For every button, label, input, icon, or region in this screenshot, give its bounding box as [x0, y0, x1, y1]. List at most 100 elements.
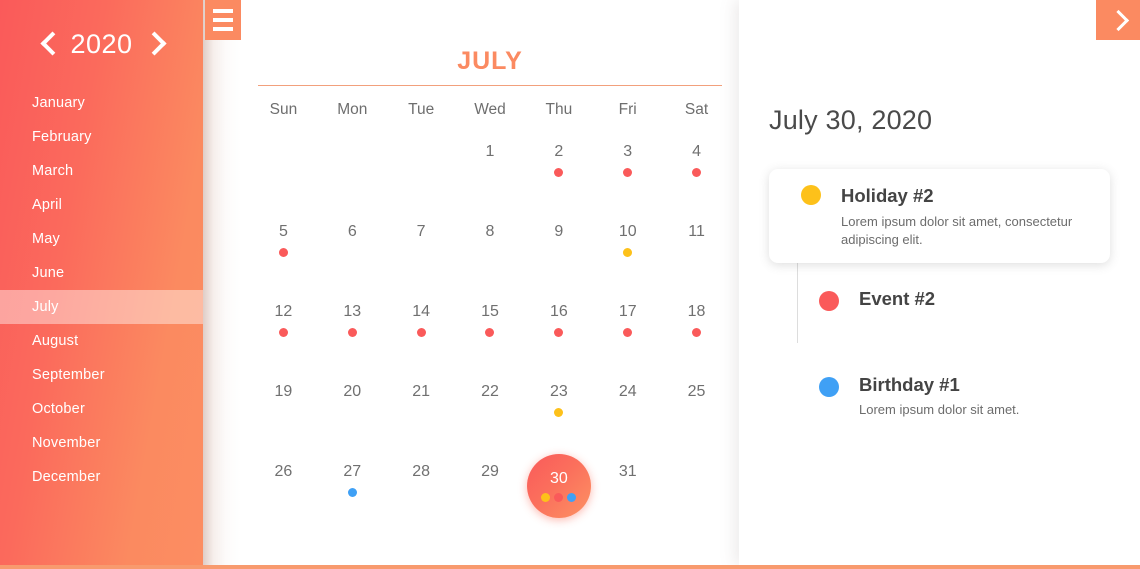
event-bullet-blue [819, 377, 839, 397]
sidebar-item-june[interactable]: June [0, 256, 203, 290]
sidebar-item-march[interactable]: March [0, 154, 203, 188]
day-cell-23[interactable]: 23 [524, 377, 593, 445]
sidebar-item-december[interactable]: December [0, 460, 203, 494]
event-dot-red [554, 168, 564, 177]
calendar-app: 2020 January February March April May June Jul… [0, 0, 1140, 569]
day-number: 25 [687, 383, 706, 400]
event-dot-red [278, 328, 288, 337]
day-cell-29[interactable]: 29 [456, 457, 525, 525]
calendar-week-row: 19 20 21 22 23 24 25 [249, 377, 731, 445]
weekday-mon: Mon [337, 101, 368, 118]
event-dot-blue [567, 493, 577, 502]
event-dot-yellow [541, 493, 551, 502]
weekday-header: Sun Mon Tue Wed Thu Fri Sat [249, 95, 731, 125]
day-cell-16[interactable]: 16 [524, 297, 593, 365]
day-number: 16 [549, 303, 568, 320]
event-dots [554, 328, 564, 337]
next-year-icon[interactable] [146, 29, 164, 59]
event-description: Lorem ipsum dolor sit amet. [859, 402, 1020, 417]
day-number: 5 [278, 223, 288, 240]
day-cell-30[interactable]: 30 [524, 454, 593, 525]
event-dots [623, 328, 633, 337]
day-cell-9[interactable]: 9 [524, 217, 593, 285]
chevron-right-icon[interactable] [1096, 0, 1140, 40]
day-cell-8[interactable]: 8 [456, 217, 525, 285]
sidebar-item-october[interactable]: October [0, 392, 203, 426]
event-item[interactable]: Event #2 [769, 285, 1110, 349]
day-cell-4[interactable]: 4 [662, 137, 731, 205]
year-navigator: 2020 [0, 0, 203, 84]
day-number: 10 [618, 223, 637, 240]
day-cell-11[interactable]: 11 [662, 217, 731, 285]
day-cell-5[interactable]: 5 [249, 217, 318, 285]
day-cell-empty [249, 137, 318, 205]
day-number: 24 [618, 383, 637, 400]
day-number: 9 [554, 223, 564, 240]
sidebar-item-label: October [32, 401, 85, 417]
sidebar-item-label: September [32, 367, 105, 383]
day-cell-7[interactable]: 7 [387, 217, 456, 285]
day-cell-25[interactable]: 25 [662, 377, 731, 445]
event-dots [623, 168, 633, 177]
day-cell-12[interactable]: 12 [249, 297, 318, 365]
day-number: 12 [274, 303, 293, 320]
day-cell-15[interactable]: 15 [456, 297, 525, 365]
event-dot-red [554, 493, 564, 502]
day-number: 7 [416, 223, 426, 240]
day-number: 31 [618, 463, 637, 480]
day-cell-3[interactable]: 3 [593, 137, 662, 205]
day-number: 20 [343, 383, 362, 400]
day-cell-28[interactable]: 28 [387, 457, 456, 525]
event-title: Event #2 [859, 288, 936, 309]
day-cell-31[interactable]: 31 [593, 457, 662, 525]
day-cell-1[interactable]: 1 [456, 137, 525, 205]
sidebar-item-label: February [32, 129, 92, 145]
event-dots [347, 328, 357, 337]
event-dot-red [692, 328, 702, 337]
day-number: 4 [692, 143, 702, 160]
event-dot-red [554, 328, 564, 337]
sidebar-item-july[interactable]: July [0, 290, 203, 324]
sidebar-item-april[interactable]: April [0, 188, 203, 222]
day-cell-17[interactable]: 17 [593, 297, 662, 365]
sidebar: 2020 January February March April May June Jul… [0, 0, 203, 565]
day-number: 1 [485, 143, 495, 160]
page-title: July 30, 2020 [769, 105, 933, 135]
sidebar-item-label: January [32, 95, 85, 111]
hamburger-icon[interactable] [205, 0, 241, 40]
event-bullet-yellow [801, 185, 821, 205]
day-cell-22[interactable]: 22 [456, 377, 525, 445]
day-cell-24[interactable]: 24 [593, 377, 662, 445]
weekday-fri: Fri [618, 101, 637, 118]
day-cell-13[interactable]: 13 [318, 297, 387, 365]
sidebar-item-february[interactable]: February [0, 120, 203, 154]
details-panel: July 30, 2020 Holiday #2 Lorem ipsum dolo… [739, 0, 1140, 565]
day-cell-14[interactable]: 14 [387, 297, 456, 365]
day-cell-27[interactable]: 27 [318, 457, 387, 525]
sidebar-item-august[interactable]: August [0, 324, 203, 358]
day-cell-18[interactable]: 18 [662, 297, 731, 365]
event-dot-blue [347, 488, 357, 497]
day-cell-26[interactable]: 26 [249, 457, 318, 525]
event-dot-red [347, 328, 357, 337]
event-timeline: Holiday #2 Lorem ipsum dolor sit amet, co… [769, 169, 1110, 435]
calendar-panel: JULY Sun Mon Tue Wed Thu Fri Sat 1 2 3 4 5 6 7 8 9 10 11… [241, 0, 739, 565]
event-item[interactable]: Holiday #2 Lorem ipsum dolor sit amet, co… [769, 169, 1110, 263]
event-body: Event #2 [839, 285, 945, 313]
sidebar-item-september[interactable]: September [0, 358, 203, 392]
event-dots [623, 248, 633, 257]
weekday-tue: Tue [408, 101, 435, 118]
day-cell-21[interactable]: 21 [387, 377, 456, 445]
day-cell-10[interactable]: 10 [593, 217, 662, 285]
day-cell-20[interactable]: 20 [318, 377, 387, 445]
day-cell-2[interactable]: 2 [524, 137, 593, 205]
calendar-week-row: 1 2 3 4 [249, 137, 731, 205]
day-cell-19[interactable]: 19 [249, 377, 318, 445]
prev-year-icon[interactable] [39, 29, 57, 59]
sidebar-item-january[interactable]: January [0, 86, 203, 120]
calendar-week-row: 26 27 28 29 30 31 [249, 454, 731, 525]
day-cell-6[interactable]: 6 [318, 217, 387, 285]
sidebar-item-may[interactable]: May [0, 222, 203, 256]
sidebar-item-november[interactable]: November [0, 426, 203, 460]
event-item[interactable]: Birthday #1 Lorem ipsum dolor sit amet. [769, 371, 1110, 435]
